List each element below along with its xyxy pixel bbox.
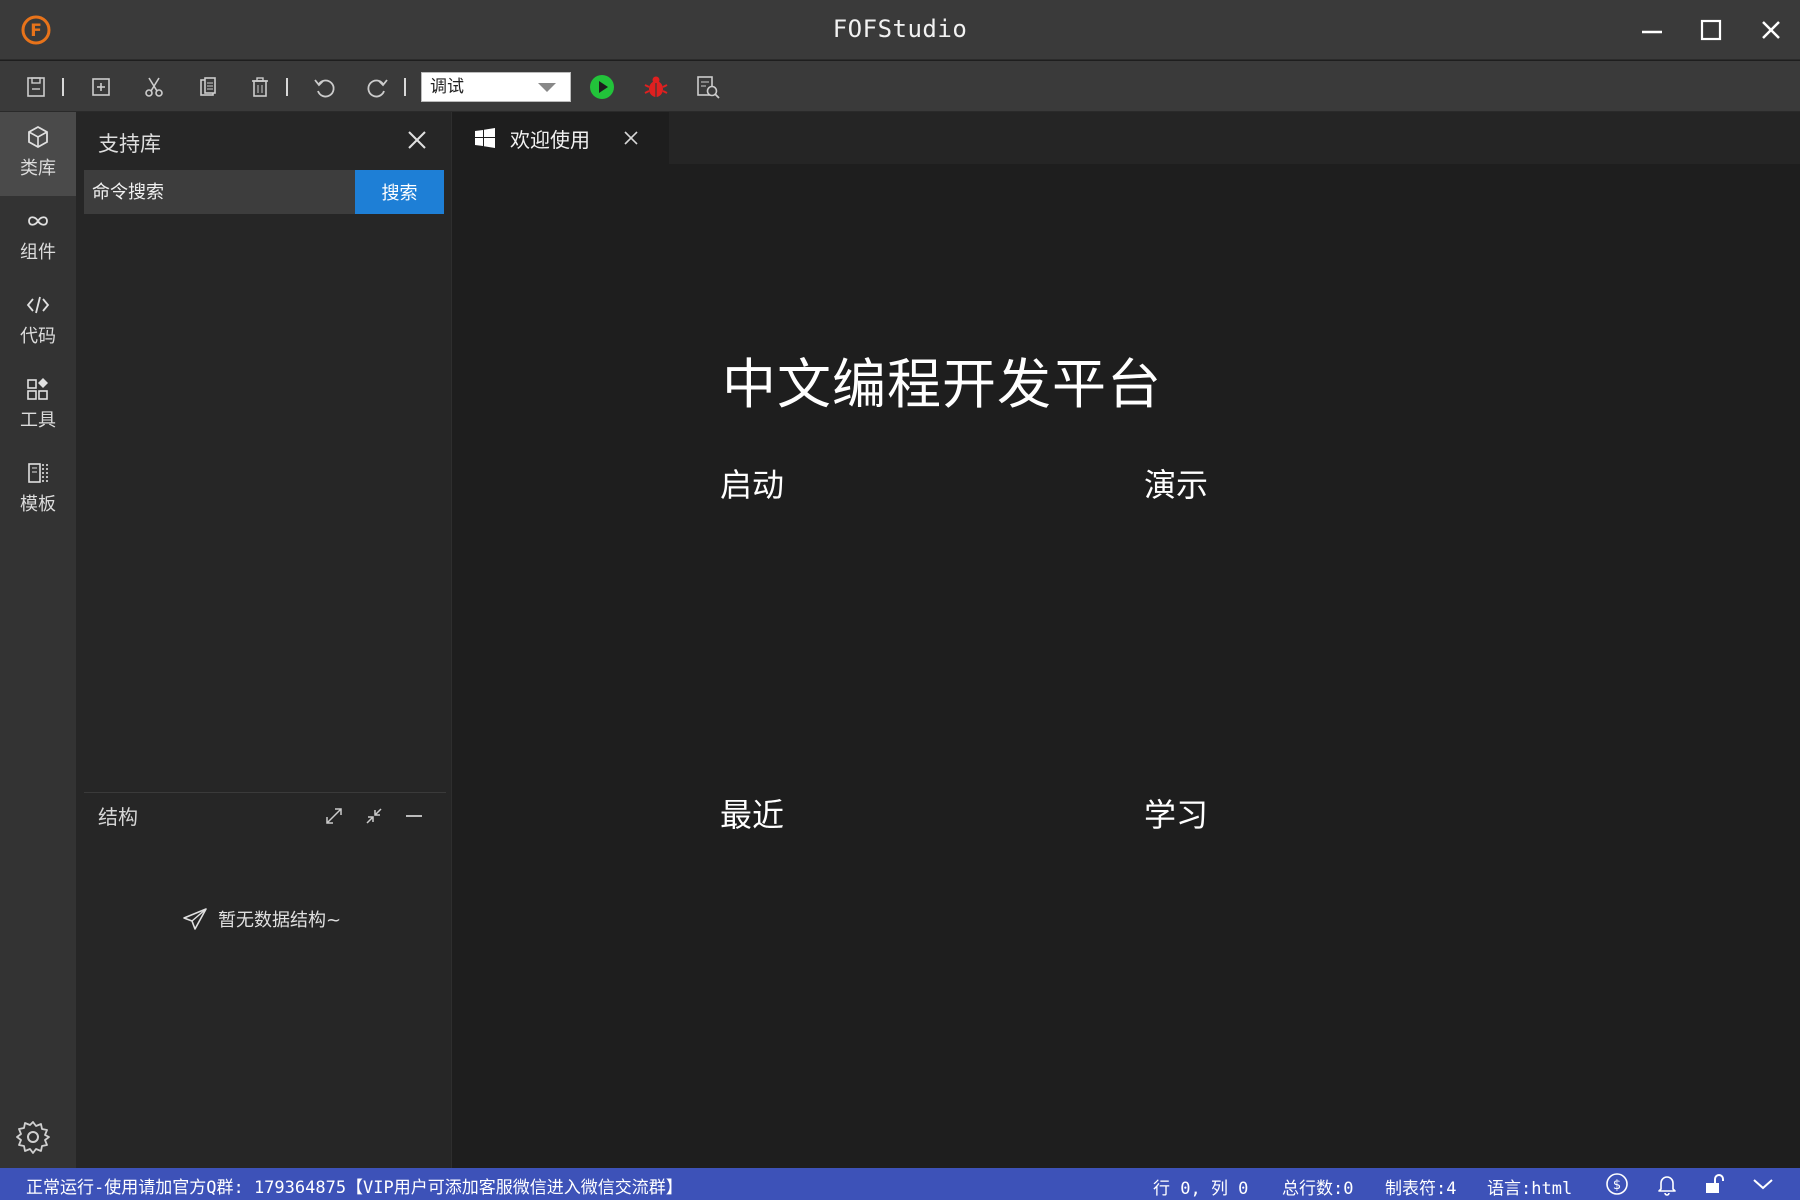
activity-templates-label: 模板 (20, 494, 56, 515)
minus-icon (406, 815, 422, 817)
run-mode-select[interactable]: 调试 (421, 72, 571, 102)
chevron-down-icon (1753, 1179, 1773, 1190)
lock-button[interactable] (1702, 1171, 1728, 1197)
activity-code[interactable]: 代码 (0, 280, 76, 364)
save-button[interactable] (20, 71, 52, 103)
section-learn[interactable]: 学习 (1144, 790, 1208, 836)
language-mode[interactable]: 语言:html (1487, 1174, 1572, 1199)
side-panel: 支持库 搜索 结构 暂无数据结构~ (76, 112, 452, 1168)
run-button[interactable] (586, 71, 618, 103)
activity-templates[interactable]: 模板 (0, 448, 76, 532)
total-lines: 总行数:0 (1282, 1179, 1354, 1199)
redo-button[interactable] (362, 71, 394, 103)
cursor-position[interactable]: 行 0, 列 0 (1153, 1174, 1248, 1199)
activity-library[interactable]: 类库 (0, 112, 76, 196)
clipboard-icon (200, 77, 216, 96)
svg-text:$: $ (1613, 1178, 1621, 1193)
expand-icon (326, 808, 342, 824)
chevron-down-icon (538, 83, 556, 92)
trash-icon (252, 77, 268, 97)
redo-icon (367, 79, 388, 98)
command-search-input[interactable] (84, 170, 355, 214)
preview-search-icon (697, 76, 720, 99)
cut-button[interactable] (138, 71, 170, 103)
debug-button[interactable] (640, 71, 672, 103)
panel-title: 支持库 (98, 132, 161, 156)
dollar-button[interactable]: $ (1604, 1171, 1630, 1197)
empty-structure-message: 暂无数据结构~ (182, 906, 341, 932)
expand-structure-button[interactable] (320, 802, 348, 830)
windows-logo-icon (475, 128, 495, 148)
activity-bar: 类库 组件 代码 工具 模板 (0, 112, 76, 1168)
section-demo[interactable]: 演示 (1144, 460, 1208, 506)
collapse-icon (366, 808, 382, 824)
close-tab-button[interactable] (620, 127, 642, 149)
infinity-icon (28, 216, 48, 226)
toolbar-separator (286, 78, 288, 96)
preview-button[interactable] (692, 71, 724, 103)
search-button[interactable]: 搜索 (355, 170, 444, 214)
status-bar: 正常运行-使用请加官方Q群: 179364875【VIP用户可添加客服微信进入微… (0, 1168, 1800, 1200)
new-file-icon (92, 78, 110, 96)
tab-welcome-label: 欢迎使用 (510, 127, 590, 152)
minimize-structure-button[interactable] (400, 802, 428, 830)
run-mode-value: 调试 (430, 77, 464, 97)
toolbar-separator (404, 78, 406, 96)
window-title: FOFStudio (832, 15, 968, 43)
close-window-button[interactable] (1751, 12, 1791, 48)
bell-icon (1658, 1176, 1676, 1196)
widgets-icon (27, 378, 48, 400)
collapse-structure-button[interactable] (360, 802, 388, 830)
undo-button[interactable] (308, 71, 340, 103)
template-icon (28, 463, 48, 483)
close-icon (624, 131, 638, 145)
close-panel-button[interactable] (402, 125, 432, 155)
welcome-heading: 中文编程开发平台 (722, 353, 1162, 416)
activity-library-label: 类库 (20, 158, 56, 179)
toolbar-separator (62, 78, 64, 96)
delete-button[interactable] (244, 71, 276, 103)
panel-divider (84, 792, 446, 793)
tab-bar: 欢迎使用 (452, 112, 1800, 164)
code-icon (26, 296, 50, 314)
activity-components-label: 组件 (20, 242, 56, 263)
maximize-icon (1700, 19, 1722, 41)
section-start[interactable]: 启动 (720, 460, 784, 506)
activity-tools[interactable]: 工具 (0, 364, 76, 448)
section-recent[interactable]: 最近 (720, 790, 784, 836)
empty-structure-text: 暂无数据结构~ (218, 910, 342, 931)
minimize-icon (1642, 30, 1662, 34)
structure-title: 结构 (98, 805, 138, 829)
editor-area: 欢迎使用 中文编程开发平台 启动 演示 最近 学习 (452, 112, 1800, 1168)
toolbar: 调试 (0, 61, 1800, 112)
minimize-button[interactable] (1632, 12, 1672, 48)
status-message: 正常运行-使用请加官方Q群: 179364875【VIP用户可添加客服微信进入微… (26, 1178, 683, 1198)
activity-components[interactable]: 组件 (0, 196, 76, 280)
close-icon (1762, 21, 1780, 39)
notification-button[interactable] (1654, 1171, 1680, 1197)
activity-tools-label: 工具 (20, 410, 56, 431)
maximize-button[interactable] (1691, 12, 1731, 48)
scissors-icon (145, 77, 163, 97)
cube-icon (28, 125, 48, 149)
unlock-icon (1706, 1174, 1724, 1193)
paper-plane-icon (183, 908, 207, 930)
bug-icon (644, 76, 668, 97)
status-menu-button[interactable] (1750, 1171, 1776, 1197)
title-bar: F FOFStudio (0, 0, 1800, 60)
dollar-icon: $ (1606, 1173, 1628, 1195)
new-file-button[interactable] (85, 71, 117, 103)
save-icon (27, 77, 45, 97)
undo-icon (314, 79, 335, 98)
play-icon (590, 75, 614, 99)
paste-button[interactable] (192, 71, 224, 103)
activity-code-label: 代码 (20, 326, 56, 347)
close-icon (408, 131, 426, 149)
tab-size[interactable]: 制表符:4 (1385, 1174, 1456, 1199)
gear-icon[interactable] (14, 1118, 52, 1156)
